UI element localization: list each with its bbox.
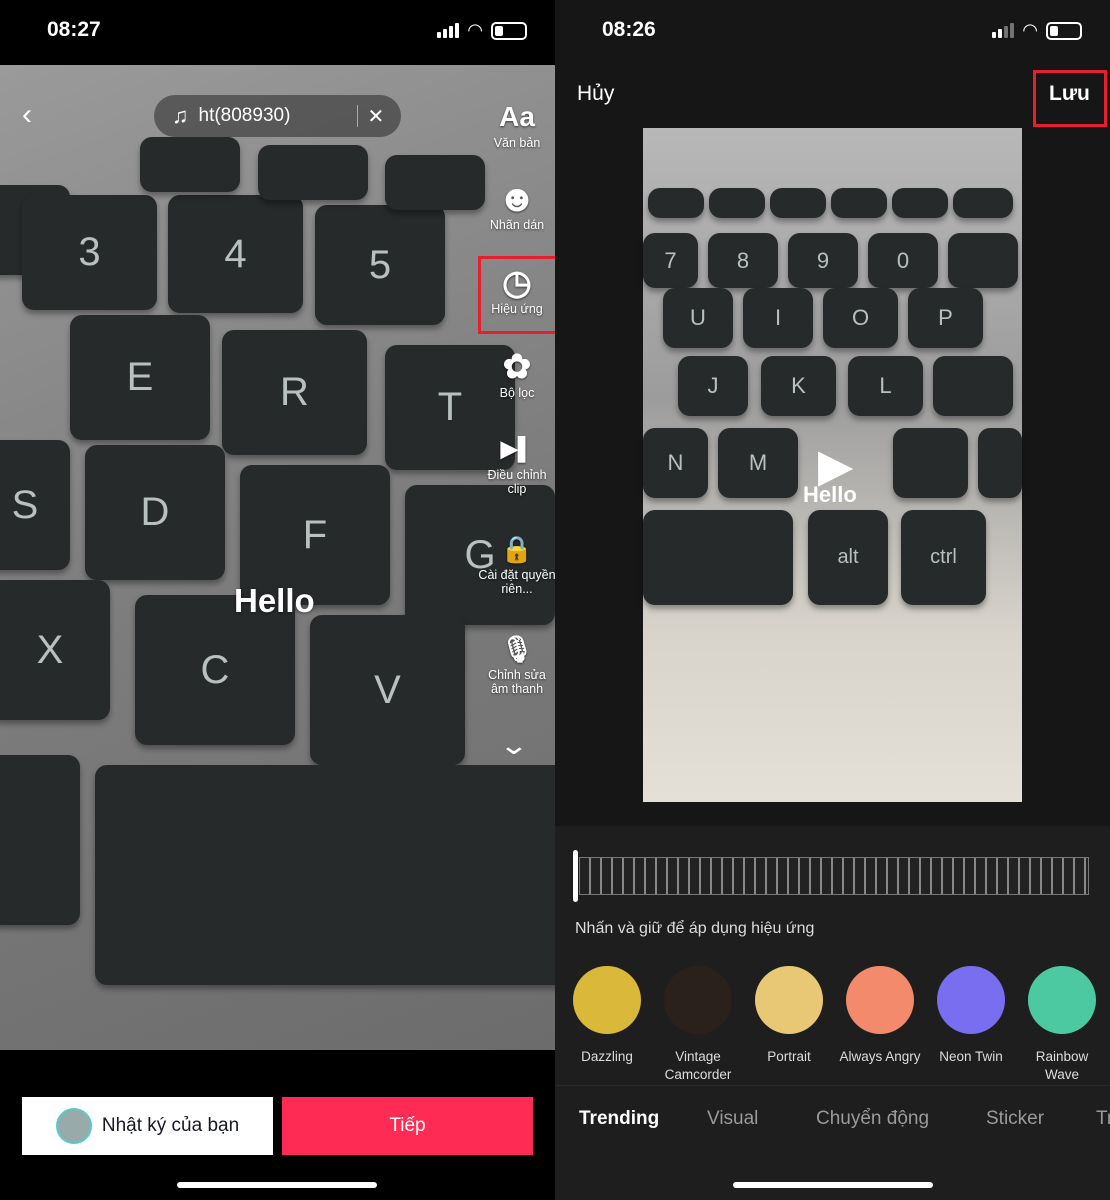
highlight-save — [1033, 70, 1107, 127]
tool-voice-edit[interactable]: 🎙 Chỉnh sửa âm thanh — [475, 630, 555, 697]
lock-icon: 🔒 — [500, 533, 534, 564]
effect-label: Portrait — [767, 1049, 811, 1064]
status-bar: 08:26 ◠ — [555, 0, 1110, 62]
avatar — [55, 1108, 92, 1144]
effect-label: Rainbow Wave — [1035, 1049, 1089, 1082]
tab-2[interactable]: Chuyển động — [816, 1108, 929, 1130]
home-indicator — [177, 1182, 377, 1188]
effect-item[interactable]: Vintage Camcorder — [653, 966, 743, 1084]
diary-button[interactable]: Nhật ký của bạn — [22, 1097, 273, 1155]
tab-1[interactable]: Visual — [707, 1108, 758, 1130]
status-time: 08:27 — [47, 18, 101, 41]
effect-thumbnail — [573, 966, 641, 1034]
remove-music-icon[interactable]: ✕ — [368, 104, 385, 129]
effect-item[interactable]: Rainbow Wave — [1017, 966, 1107, 1084]
effect-thumbnail — [1028, 966, 1096, 1034]
hint-text: Nhấn và giữ để áp dụng hiệu ứng — [575, 920, 815, 937]
right-screen: 08:26 ◠ Hủy Lưu 7890 UIOP JKL NM alt ctrl… — [555, 0, 1110, 1200]
wifi-icon: ◠ — [1022, 20, 1038, 40]
cancel-button[interactable]: Hủy — [577, 82, 614, 106]
tool-privacy[interactable]: 🔒 Cài đặt quyền riên... — [475, 530, 555, 597]
battery-icon — [491, 21, 527, 40]
music-note-icon: ♫ — [172, 103, 189, 128]
back-icon[interactable]: ‹ — [22, 98, 32, 132]
timeline-playhead[interactable] — [573, 850, 578, 902]
tool-sticker[interactable]: ☻ Nhãn dán — [475, 177, 555, 233]
home-indicator — [733, 1182, 933, 1188]
status-bar: 08:27 ◠ — [0, 0, 555, 62]
tool-adjust-clip[interactable]: ▶▌ Điều chỉnh clip — [475, 430, 555, 496]
signal-icon — [992, 23, 1015, 38]
video-preview[interactable]: 3 4 5 E R T S D F G X C V — [0, 65, 555, 1050]
wifi-icon: ◠ — [467, 20, 483, 40]
divider — [555, 1085, 1110, 1086]
tool-text[interactable]: Aa Văn bản — [475, 98, 555, 150]
tool-filter[interactable]: ✿ Bộ lọc — [475, 348, 555, 400]
text-icon: Aa — [499, 101, 535, 132]
video-preview[interactable]: 7890 UIOP JKL NM alt ctrl ▶ Hello — [643, 128, 1022, 802]
overlay-text[interactable]: Hello — [234, 582, 315, 620]
signal-icon — [437, 23, 460, 38]
tab-0[interactable]: Trending — [579, 1108, 659, 1130]
adjust-clip-icon: ▶▌ — [500, 436, 534, 461]
effect-item[interactable]: Always Angry — [835, 966, 925, 1066]
chevron-down-icon[interactable]: ⌄ — [499, 730, 530, 761]
timeline[interactable] — [579, 857, 1089, 895]
music-pill[interactable]: ♫ ht(808930) ✕ — [154, 95, 401, 137]
effect-thumbnail — [937, 966, 1005, 1034]
battery-icon — [1046, 21, 1082, 40]
filter-icon: ✿ — [502, 348, 532, 386]
left-screen: 08:27 ◠ 3 4 5 E R T S D F G X C V ‹ ♫ ht… — [0, 0, 555, 1200]
effect-item[interactable]: Neon Twin — [926, 966, 1016, 1066]
effect-item[interactable]: Dazzling — [562, 966, 652, 1066]
tab-4[interactable]: Tr — [1096, 1108, 1110, 1130]
effect-item[interactable]: Portrait — [744, 966, 834, 1066]
effect-label: Neon Twin — [939, 1049, 1003, 1064]
status-time: 08:26 — [602, 18, 656, 41]
voice-edit-icon: 🎙 — [500, 633, 534, 664]
effect-label: Dazzling — [581, 1049, 633, 1064]
next-button[interactable]: Tiếp — [282, 1097, 533, 1155]
effect-label: Always Angry — [839, 1049, 921, 1064]
overlay-text: Hello — [803, 482, 857, 507]
highlight-effects — [478, 256, 555, 334]
sticker-icon: ☻ — [497, 177, 537, 220]
tab-3[interactable]: Sticker — [986, 1108, 1044, 1130]
effect-thumbnail — [755, 966, 823, 1034]
music-title: ht(808930) — [198, 105, 291, 126]
effect-thumbnail — [846, 966, 914, 1034]
effect-thumbnail — [664, 966, 732, 1034]
effect-label: Vintage Camcorder — [664, 1049, 732, 1082]
